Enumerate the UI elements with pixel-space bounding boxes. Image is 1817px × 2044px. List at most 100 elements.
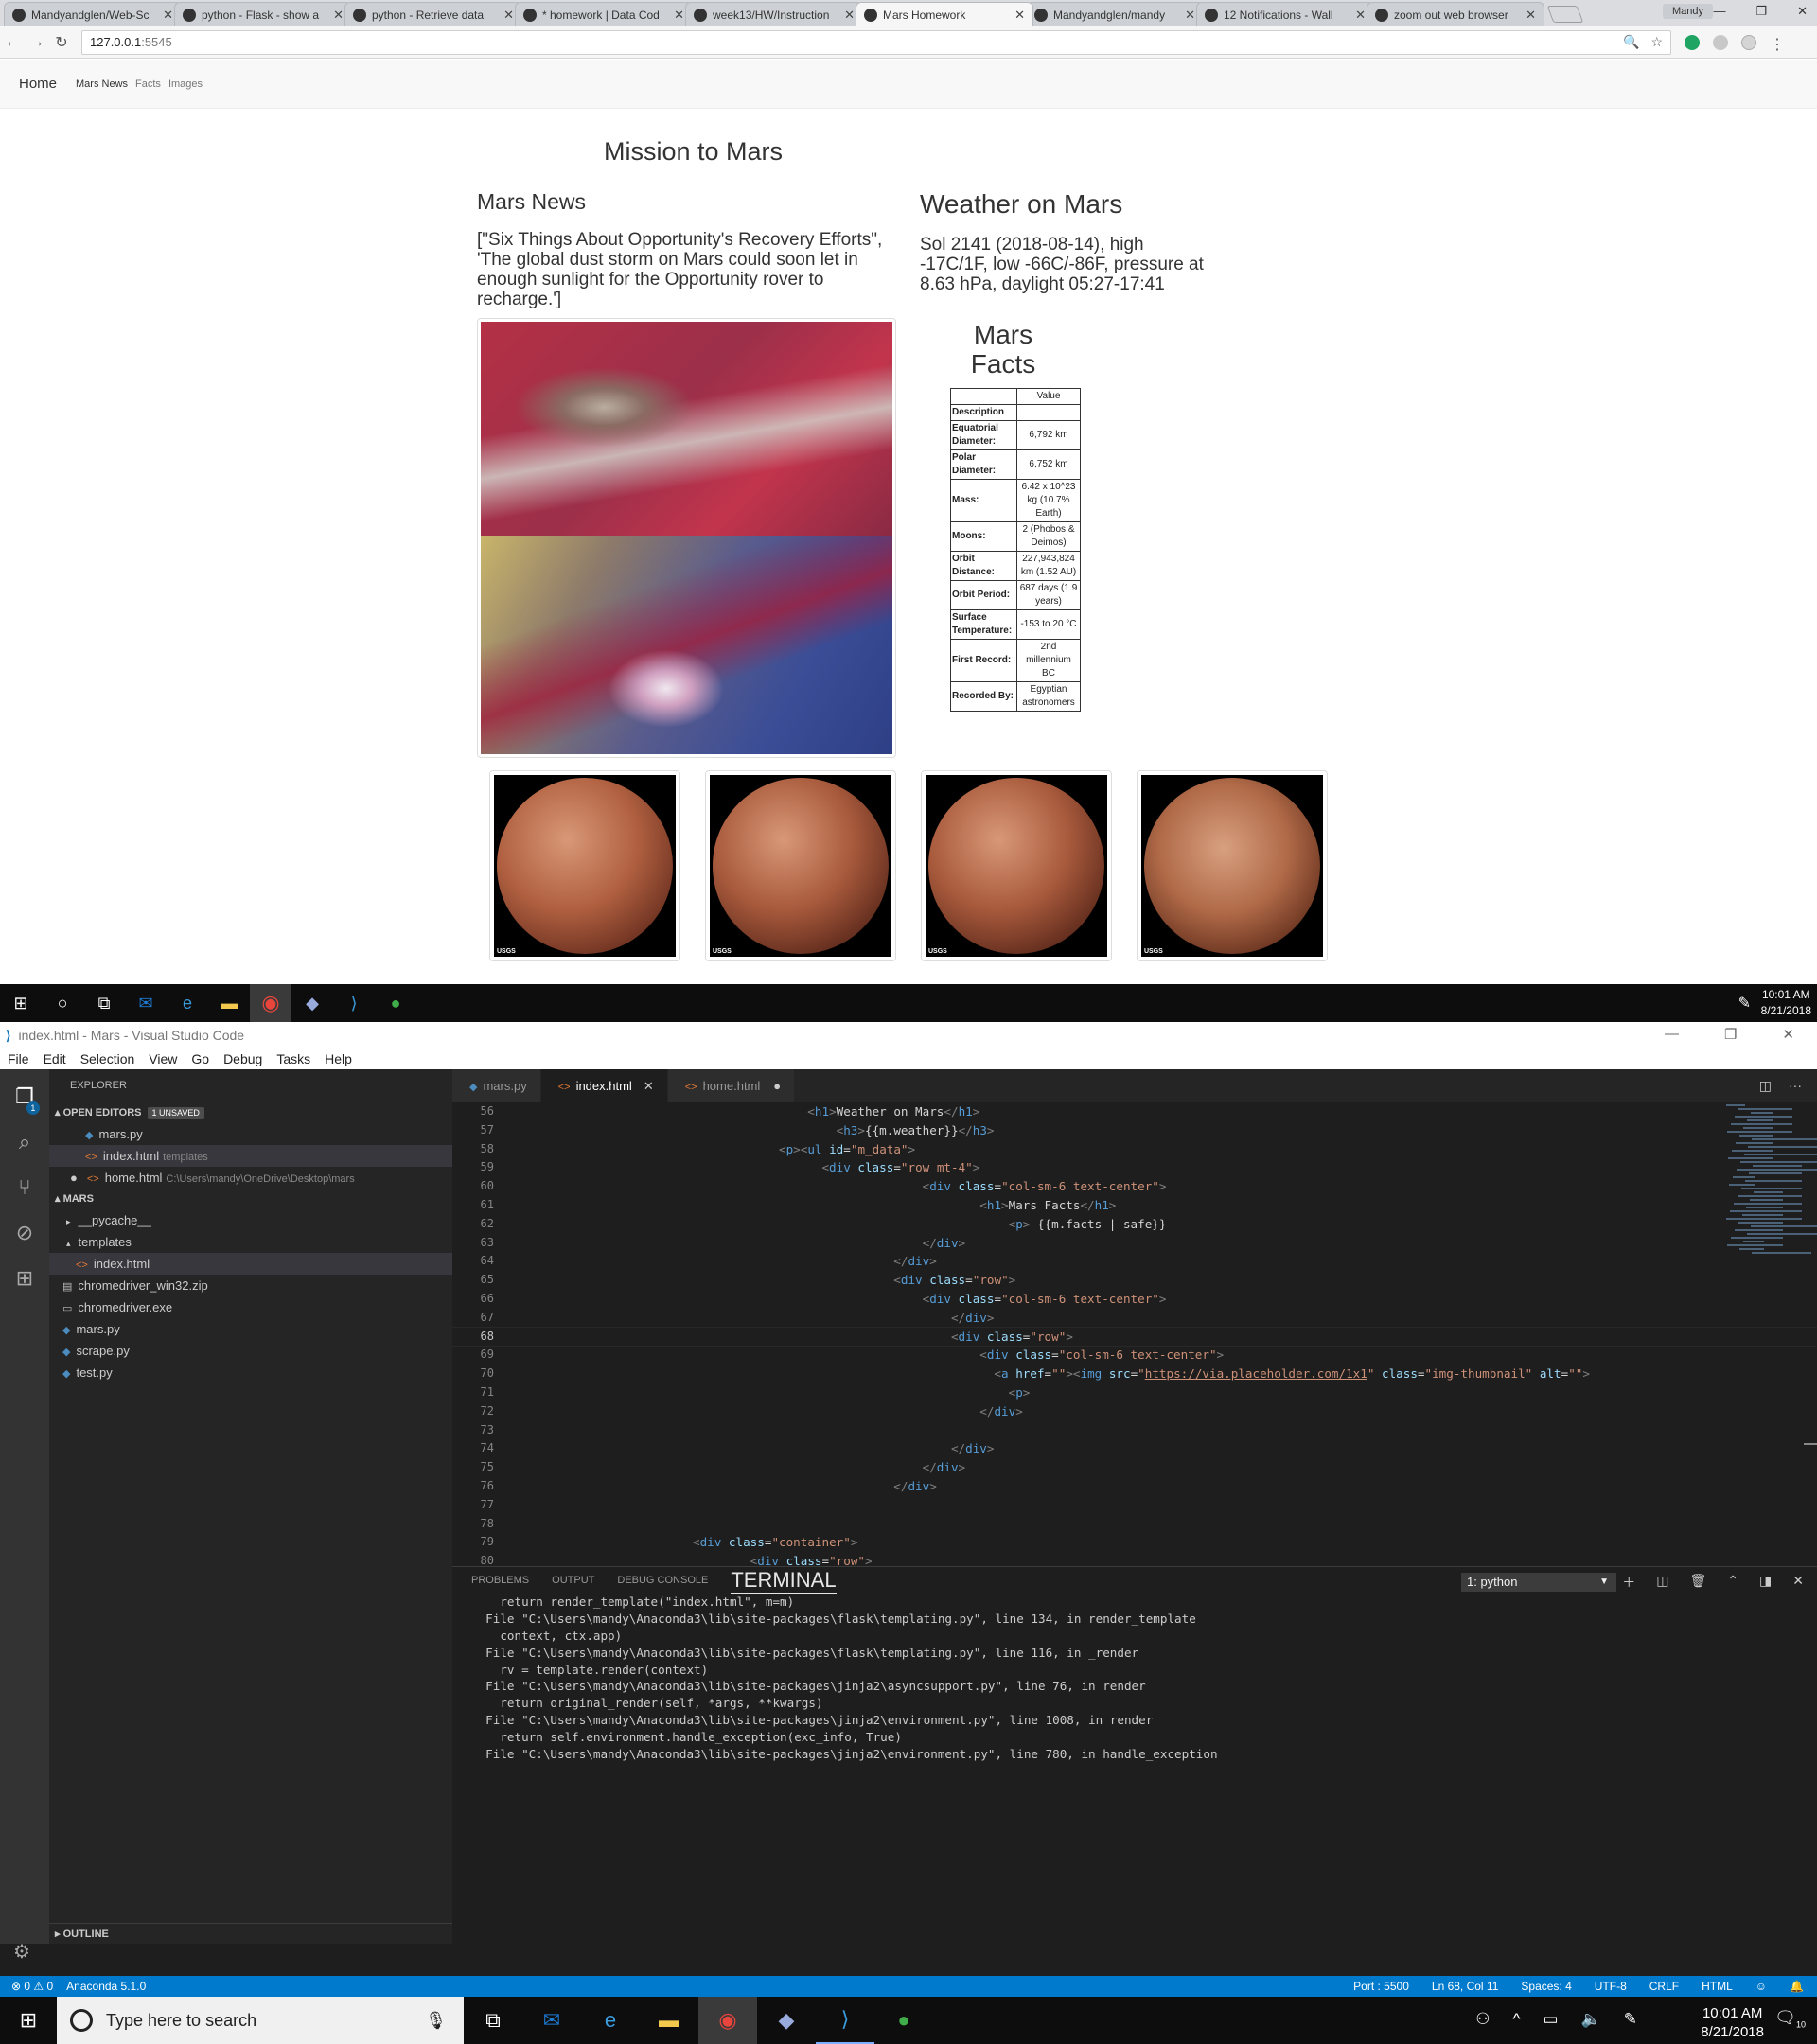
volume-icon[interactable]: 🔈 xyxy=(1581,2010,1601,2029)
toggle-panel-icon[interactable]: ◨ xyxy=(1759,1573,1772,1592)
taskbar-search[interactable]: Type here to search 🎙 xyxy=(57,1997,464,2044)
file-explorer-icon[interactable]: ▬ xyxy=(640,1997,698,2044)
code-line[interactable]: 58 <p><ul id="m_data"> xyxy=(452,1140,1817,1159)
vscode-icon[interactable]: ⟩ xyxy=(333,984,375,1022)
menu-item-file[interactable]: File xyxy=(8,1051,29,1066)
close-panel-icon[interactable]: ✕ xyxy=(1792,1573,1804,1592)
code-line[interactable]: 66 <div class="col-sm-6 text-center"> xyxy=(452,1290,1817,1309)
notifications-bell-icon[interactable]: 🔔 xyxy=(1790,1980,1804,1993)
minimize-icon[interactable]: — xyxy=(1665,1026,1679,1043)
app-icon[interactable]: ◆ xyxy=(291,984,333,1022)
python-env-status[interactable]: Anaconda 5.1.0 xyxy=(66,1980,146,1993)
code-line[interactable]: 59 <div class="row mt-4"> xyxy=(452,1158,1817,1177)
windows-start-icon[interactable]: ⊞ xyxy=(0,1997,57,2044)
trash-icon[interactable]: 🗑 xyxy=(1690,1573,1707,1592)
outlook-icon[interactable]: ✉ xyxy=(125,984,167,1022)
battery-icon[interactable]: ▭ xyxy=(1544,2010,1559,2029)
code-line[interactable]: 57 <h3>{{m.weather}}</h3> xyxy=(452,1121,1817,1140)
code-line[interactable]: 69 <div class="col-sm-6 text-center"> xyxy=(452,1346,1817,1365)
back-icon[interactable]: ← xyxy=(0,34,25,51)
browser-tab[interactable]: 12 Notifications - Wall ✕ xyxy=(1196,2,1374,26)
menu-item-selection[interactable]: Selection xyxy=(80,1051,135,1066)
tree-item-index-html[interactable]: <> index.html xyxy=(49,1253,452,1275)
code-line[interactable]: 68 <div class="row"> xyxy=(452,1326,1817,1348)
mongodb-icon[interactable]: ● xyxy=(375,984,416,1022)
terminal-output[interactable]: return render_template("index.html", m=m… xyxy=(452,1594,1817,1763)
tree-item-mars-py[interactable]: ◆ mars.py xyxy=(49,1318,452,1340)
language-mode[interactable]: HTML xyxy=(1702,1980,1733,1993)
code-line[interactable]: 80 <div class="row"> xyxy=(452,1552,1817,1566)
code-line[interactable]: 64 </div> xyxy=(452,1252,1817,1271)
mongodb-icon[interactable]: ● xyxy=(874,1997,933,2044)
code-line[interactable]: 78 xyxy=(452,1515,1817,1534)
close-tab-icon[interactable]: ✕ xyxy=(163,8,173,23)
hemisphere-thumbnail[interactable]: USGS xyxy=(489,770,680,961)
tree-item-test-py[interactable]: ◆ test.py xyxy=(49,1362,452,1383)
nav-home-link[interactable]: Home xyxy=(19,76,57,92)
live-server-port[interactable]: Port : 5500 xyxy=(1353,1980,1409,1993)
code-line[interactable]: 79 <div class="container"> xyxy=(452,1533,1817,1552)
split-editor-icon[interactable]: ◫ xyxy=(1759,1078,1772,1102)
people-icon[interactable]: ⚇ xyxy=(1475,2010,1490,2029)
menu-item-debug[interactable]: Debug xyxy=(223,1051,262,1066)
windows-start-icon[interactable]: ⊞ xyxy=(0,984,42,1022)
app-icon[interactable]: ◆ xyxy=(757,1997,816,2044)
browser-tab[interactable]: zoom out web browser ✕ xyxy=(1367,2,1544,26)
maximize-icon[interactable]: ❐ xyxy=(1724,1026,1737,1043)
task-view-icon[interactable]: ⧉ xyxy=(83,984,125,1022)
cursor-position[interactable]: Ln 68, Col 11 xyxy=(1432,1980,1499,1993)
extension-icon[interactable] xyxy=(1713,34,1728,50)
pen-icon[interactable]: ✎ xyxy=(1738,994,1751,1013)
editor-tab-mars-py[interactable]: ◆ mars.py xyxy=(452,1069,541,1102)
panel-tab-terminal[interactable]: TERMINAL xyxy=(731,1568,837,1594)
outline-section[interactable]: ▸ OUTLINE xyxy=(49,1923,452,1944)
problems-status[interactable]: ⊗ 0 ⚠ 0 xyxy=(11,1980,53,1993)
edge-icon[interactable]: e xyxy=(167,984,208,1022)
panel-tab-debug-console[interactable]: DEBUG CONSOLE xyxy=(617,1575,708,1586)
grammarly-extension-icon[interactable] xyxy=(1685,34,1700,50)
reload-icon[interactable]: ↻ xyxy=(49,33,74,52)
clock[interactable]: 10:01 AM 8/21/2018 xyxy=(1701,2004,1764,2042)
tree-item-chromedriver-exe[interactable]: ▭ chromedriver.exe xyxy=(49,1296,452,1318)
hemisphere-thumbnail[interactable]: USGS xyxy=(921,770,1112,961)
edge-icon[interactable]: e xyxy=(581,1997,640,2044)
close-tab-icon[interactable]: ✕ xyxy=(1014,8,1025,23)
menu-item-view[interactable]: View xyxy=(149,1051,177,1066)
browser-tab[interactable]: Mars Homework ✕ xyxy=(856,2,1033,26)
split-terminal-icon[interactable]: ◫ xyxy=(1656,1573,1668,1592)
code-line[interactable]: 72 </div> xyxy=(452,1402,1817,1421)
open-editor-home-html[interactable]: ● <> home.html C:\Users\mandy\OneDrive\Desk… xyxy=(49,1167,452,1189)
close-tab-icon[interactable]: ✕ xyxy=(1185,8,1195,23)
nav-mars-news-link[interactable]: Mars News xyxy=(76,79,128,90)
chrome-icon[interactable]: ◉ xyxy=(698,1997,757,2044)
panel-tab-problems[interactable]: PROBLEMS xyxy=(471,1575,529,1586)
browser-tab[interactable]: Mandyandglen/mandy ✕ xyxy=(1026,2,1204,26)
menu-item-go[interactable]: Go xyxy=(191,1051,209,1066)
code-line[interactable]: 77 xyxy=(452,1496,1817,1515)
tree-item-templates[interactable]: ▴ templates xyxy=(49,1231,452,1253)
browser-tab[interactable]: python - Flask - show a ✕ xyxy=(174,2,352,26)
tree-item-chromedriver-zip[interactable]: ▤ chromedriver_win32.zip xyxy=(49,1275,452,1296)
code-editor[interactable]: 56 <h1>Weather on Mars</h1> 57 <h3>{{m.we… xyxy=(452,1102,1817,1566)
zoom-icon[interactable]: 🔍 xyxy=(1623,34,1639,50)
url-input[interactable]: 127.0.0.1:5545 🔍 ☆ xyxy=(81,29,1671,55)
indentation-status[interactable]: Spaces: 4 xyxy=(1521,1980,1571,1993)
code-line[interactable]: 65 <div class="row"> xyxy=(452,1271,1817,1290)
extensions-icon[interactable]: ⊞ xyxy=(16,1266,33,1291)
browser-tab[interactable]: Mandyandglen/Web-Sc ✕ xyxy=(4,2,182,26)
new-tab-button[interactable] xyxy=(1546,6,1584,23)
code-line[interactable]: 73 xyxy=(452,1421,1817,1440)
browser-tab[interactable]: python - Retrieve data ✕ xyxy=(344,2,522,26)
close-tab-icon[interactable]: ✕ xyxy=(674,8,684,23)
encoding-status[interactable]: UTF-8 xyxy=(1595,1980,1627,1993)
open-editor-index-html[interactable]: <> index.html templates xyxy=(49,1145,452,1167)
code-line[interactable]: 67 </div> xyxy=(452,1309,1817,1328)
extension-icon[interactable] xyxy=(1741,34,1756,50)
close-icon[interactable]: ✕ xyxy=(1797,4,1808,19)
open-editors-section[interactable]: ▴ OPEN EDITORS 1 UNSAVED xyxy=(49,1102,452,1123)
code-line[interactable]: 63 </div> xyxy=(452,1234,1817,1253)
code-line[interactable]: 74 </div> xyxy=(452,1439,1817,1458)
outlook-icon[interactable]: ✉ xyxy=(522,1997,581,2044)
menu-item-tasks[interactable]: Tasks xyxy=(276,1051,310,1066)
unsaved-dot-icon[interactable]: ● xyxy=(773,1079,781,1093)
